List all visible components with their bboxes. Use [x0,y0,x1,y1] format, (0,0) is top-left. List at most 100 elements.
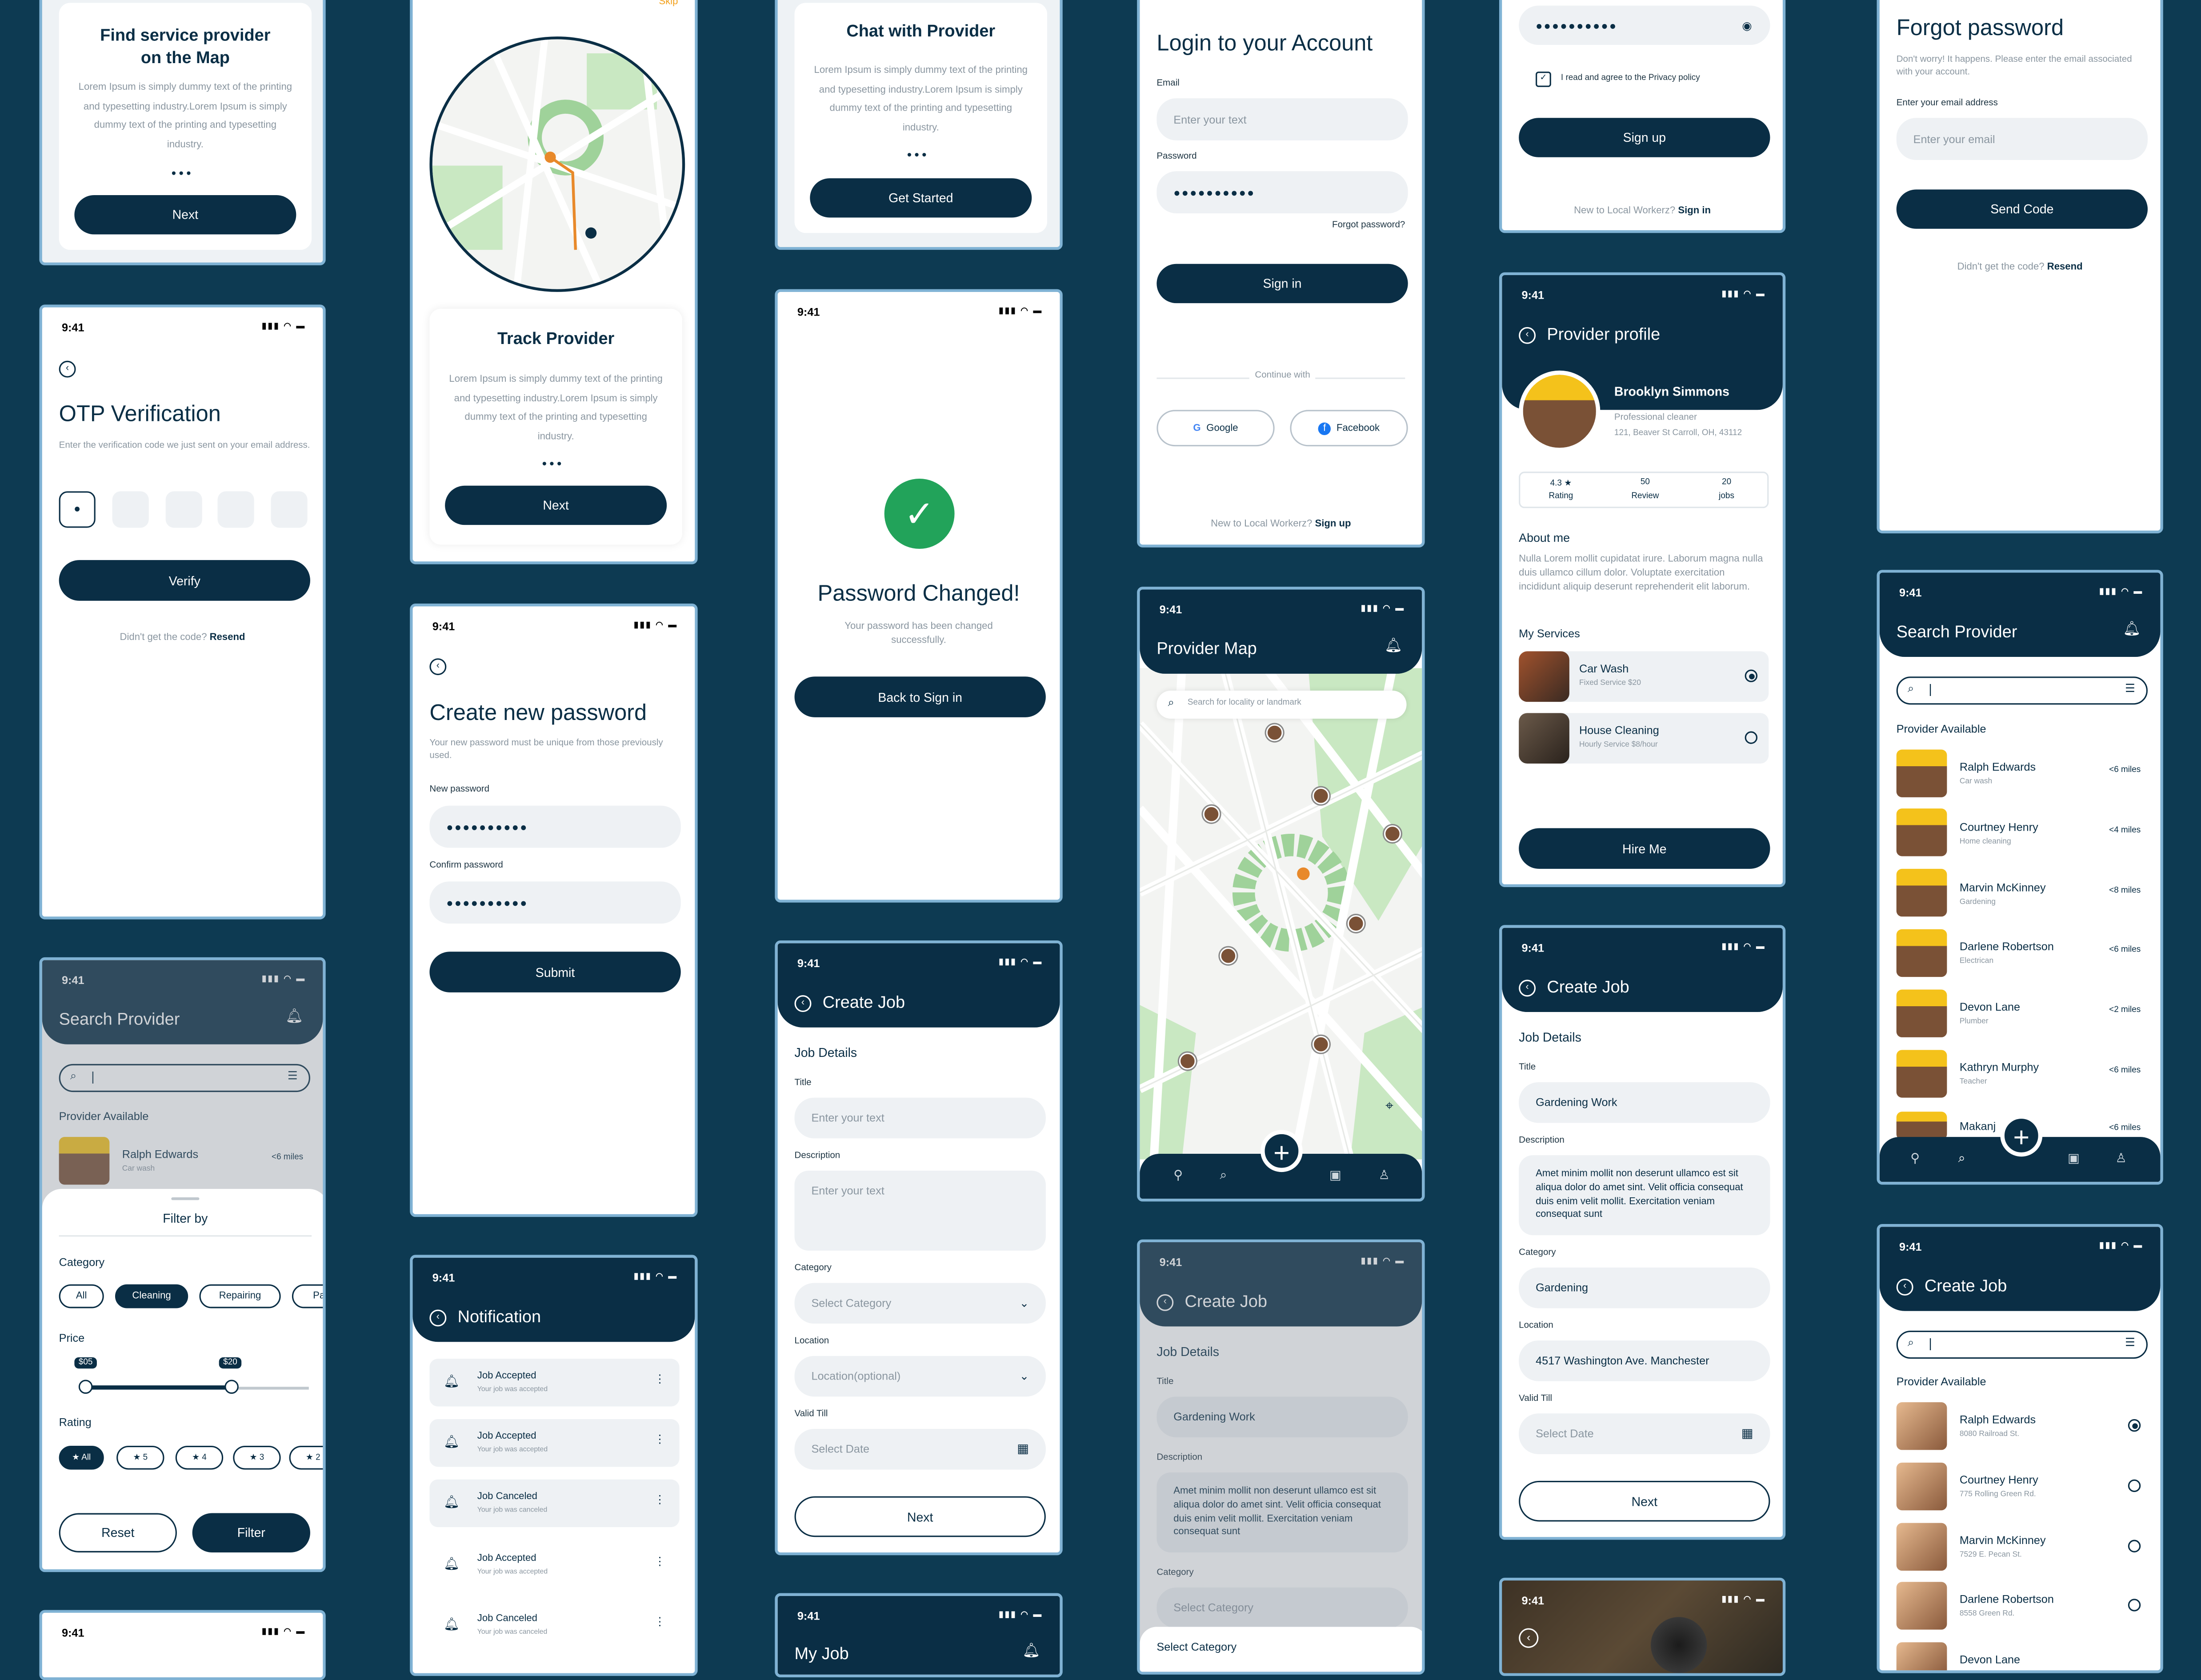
back-icon[interactable]: ‹ [1896,1279,1913,1296]
more-icon[interactable]: ⋮ [654,1433,665,1446]
filter-icon[interactable]: ☰ [2125,1336,2135,1349]
new-password-field[interactable]: ●●●●●●●●●● [429,805,681,848]
back-icon[interactable]: ‹ [1519,980,1536,997]
otp-box-2[interactable] [112,491,149,528]
rating-chip[interactable]: ★ 2 [289,1445,323,1470]
back-icon[interactable]: ‹ [429,1309,447,1327]
rating-chip[interactable]: ★ 4 [175,1445,224,1470]
rating-chip[interactable]: ★ 3 [233,1445,281,1470]
back-icon[interactable]: ‹ [1519,1628,1539,1648]
bell-icon[interactable]: 🔔︎ [1385,639,1402,654]
more-icon[interactable]: ⋮ [654,1616,665,1628]
bell-icon[interactable]: 🔔︎ [1022,1644,1040,1659]
more-icon[interactable]: ⋮ [654,1373,665,1385]
provider-name[interactable]: Marvin McKinney [1960,1534,2046,1547]
description-field[interactable]: Enter your text [794,1170,1046,1251]
otp-box-1[interactable]: ● [59,491,96,528]
provider-name[interactable]: Darlene Robertson [1960,940,2054,953]
search-input[interactable]: ⌕ | ☰ [1896,676,2148,705]
price-max-handle[interactable] [224,1380,239,1394]
next-button[interactable]: Next [445,485,667,525]
provider-pin[interactable] [1179,1052,1196,1070]
provider-name[interactable]: Makanj [1960,1120,1996,1132]
more-icon[interactable]: ⋮ [654,1555,665,1568]
category-select[interactable]: Select Category ⌄ [794,1283,1046,1324]
location-field[interactable]: 4517 Washington Ave. Manchester [1519,1340,1770,1381]
provider-pin[interactable] [1266,724,1283,741]
back-icon[interactable]: ‹ [1519,327,1536,344]
title-field[interactable]: Gardening Work [1519,1082,1770,1123]
bell-icon[interactable]: 🔔︎ [2123,622,2141,637]
filter-icon[interactable]: ☰ [2125,682,2135,695]
calendar-icon[interactable]: ▦ [1017,1441,1029,1457]
verify-button[interactable]: Verify [59,560,310,601]
notification-item[interactable]: 🔔︎ Job Accepted Your job was accepted ⋮ [429,1541,680,1589]
provider-name[interactable]: Kathryn Murphy [1960,1061,2039,1074]
locate-icon[interactable]: ⌖ [1385,1099,1393,1115]
provider-pin[interactable] [1347,915,1365,932]
provider-radio[interactable] [2128,1540,2141,1552]
search-tab-icon[interactable]: ⌕ [1220,1168,1227,1184]
category-select[interactable]: Gardening [1519,1267,1770,1308]
description-field[interactable]: Amet minim mollit non deserunt ullamco e… [1519,1155,1770,1236]
notification-item[interactable]: 🔔︎ Job Canceled Your job was canceled ⋮ [429,1601,680,1649]
rating-chip[interactable]: ★ All [59,1445,104,1470]
provider-name[interactable]: Devon Lane [1960,1001,2020,1013]
service-item[interactable]: Car Wash Fixed Service $20 [1519,651,1769,702]
provider-name[interactable]: Ralph Edwards [1960,761,2036,773]
forgot-password-link[interactable]: Forgot password? [1332,220,1405,230]
password-field[interactable]: ●●●●●●●●●● ◉ [1519,5,1770,45]
eye-icon[interactable]: ◉ [1742,19,1753,32]
filter-button[interactable]: Filter [192,1513,310,1552]
date-field[interactable]: Select Date ▦ [1519,1413,1770,1454]
provider-pin[interactable] [1312,1036,1329,1053]
category-chip[interactable]: Repairing [199,1284,281,1308]
price-min-handle[interactable] [78,1380,93,1394]
signup-link[interactable]: Sign up [1315,520,1351,529]
send-code-button[interactable]: Send Code [1896,189,2148,229]
provider-radio[interactable] [2128,1599,2141,1612]
email-field[interactable]: Enter your email [1896,118,2148,160]
back-icon[interactable]: ‹ [794,995,812,1012]
get-started-button[interactable]: Get Started [810,178,1032,218]
otp-box-5[interactable] [271,491,308,528]
more-icon[interactable]: ⋮ [654,1493,665,1506]
date-field[interactable]: Select Date ▦ [794,1429,1046,1470]
provider-pin[interactable] [1220,947,1237,964]
provider-name[interactable]: Ralph Edwards [1960,1413,2036,1426]
otp-box-4[interactable] [217,491,254,528]
google-button[interactable]: G Google [1157,410,1275,447]
search-input[interactable]: ⌕ | ☰ [1896,1330,2148,1359]
password-field[interactable]: ●●●●●●●●●● [1157,171,1408,214]
agree-checkbox[interactable]: ✓ [1536,72,1551,87]
provider-pin[interactable] [1203,805,1220,823]
category-chip[interactable]: All [59,1284,104,1308]
provider-name[interactable]: Courtney Henry [1960,1474,2038,1486]
provider-pin[interactable] [1312,787,1329,804]
service-radio[interactable] [1745,731,1758,744]
sign-up-button[interactable]: Sign up [1519,118,1770,157]
facebook-button[interactable]: f Facebook [1290,410,1408,447]
skip-link[interactable]: Skip [659,0,678,7]
confirm-password-field[interactable]: ●●●●●●●●●● [429,881,681,924]
provider-name[interactable]: Darlene Robertson [1960,1593,2054,1606]
jobs-tab-icon[interactable]: ▣ [1329,1168,1341,1184]
map-tab-icon[interactable]: ⚲ [1910,1151,1920,1167]
search-tab-icon[interactable]: ⌕ [1958,1151,1965,1167]
resend-link[interactable]: Resend [2047,263,2083,272]
rating-chip[interactable]: ★ 5 [116,1445,164,1470]
title-field[interactable]: Enter your text [794,1097,1046,1139]
service-radio[interactable] [1745,669,1758,682]
resend-link[interactable]: Resend [210,633,245,643]
signin-link[interactable]: Sign in [1678,206,1711,216]
email-field[interactable]: Enter your text [1157,98,1408,140]
next-button[interactable]: Next [1519,1480,1770,1522]
add-fab-button[interactable]: + [1261,1130,1303,1172]
provider-pin[interactable] [1384,825,1401,842]
add-fab-button[interactable]: + [2000,1114,2043,1157]
jobs-tab-icon[interactable]: ▣ [2068,1151,2080,1167]
notification-item[interactable]: 🔔︎ Job Accepted Your job was accepted ⋮ [429,1419,680,1467]
provider-name[interactable]: Marvin McKinney [1960,881,2046,894]
next-button[interactable]: Next [794,1496,1046,1537]
otp-box-3[interactable] [165,491,202,528]
